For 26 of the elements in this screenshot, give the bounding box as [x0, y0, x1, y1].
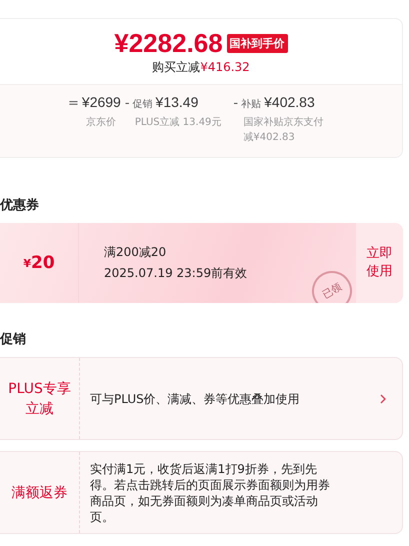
coupon-value: 20	[30, 253, 55, 273]
promo-label: PLUS专享立减	[0, 358, 80, 439]
promo-card[interactable]: PLUS专享立减 可与PLUS价、满减、券等优惠叠加使用	[0, 357, 403, 440]
coupon-validity: 2025.07.19 23:59前有效	[104, 265, 248, 282]
use-button[interactable]: 立即使用	[356, 223, 403, 303]
amount-value: ¥13.49	[156, 94, 198, 110]
amount-label: 补贴	[241, 98, 262, 111]
amount-caption: 国家补贴京东支付减¥402.83	[242, 116, 324, 145]
final-price: ¥2282.68	[114, 29, 223, 57]
chevron-right-icon	[380, 394, 386, 404]
amount-label: 促销	[132, 98, 153, 111]
amount-value: ¥2699	[82, 94, 121, 110]
saving-amount: ¥416.32	[200, 60, 250, 74]
amount-caption: 京东价	[85, 116, 117, 130]
promo-text: 可与PLUS价、满减、券等优惠叠加使用	[89, 390, 301, 406]
coupon-condition: 满200减20	[104, 244, 168, 261]
amount-value: ¥402.83	[264, 94, 315, 110]
amount-caption: PLUS立减 13.49元	[134, 116, 222, 130]
operator-sign: =	[68, 96, 79, 111]
saving-label: 购买立减	[152, 60, 200, 74]
promo-label: 满额返券	[0, 452, 80, 533]
operator-sign: -	[233, 96, 238, 111]
price-badge: 国补到手价	[226, 34, 288, 52]
currency-symbol: ¥	[23, 256, 31, 270]
operator-sign: -	[124, 96, 130, 111]
promo-text: 实付满1元，收货后返满1打9折券，先到先得。若点击跳转后的页面展示券面额则为用券商品页，如无券面额则为凑单商品页或活动页。	[89, 460, 331, 524]
